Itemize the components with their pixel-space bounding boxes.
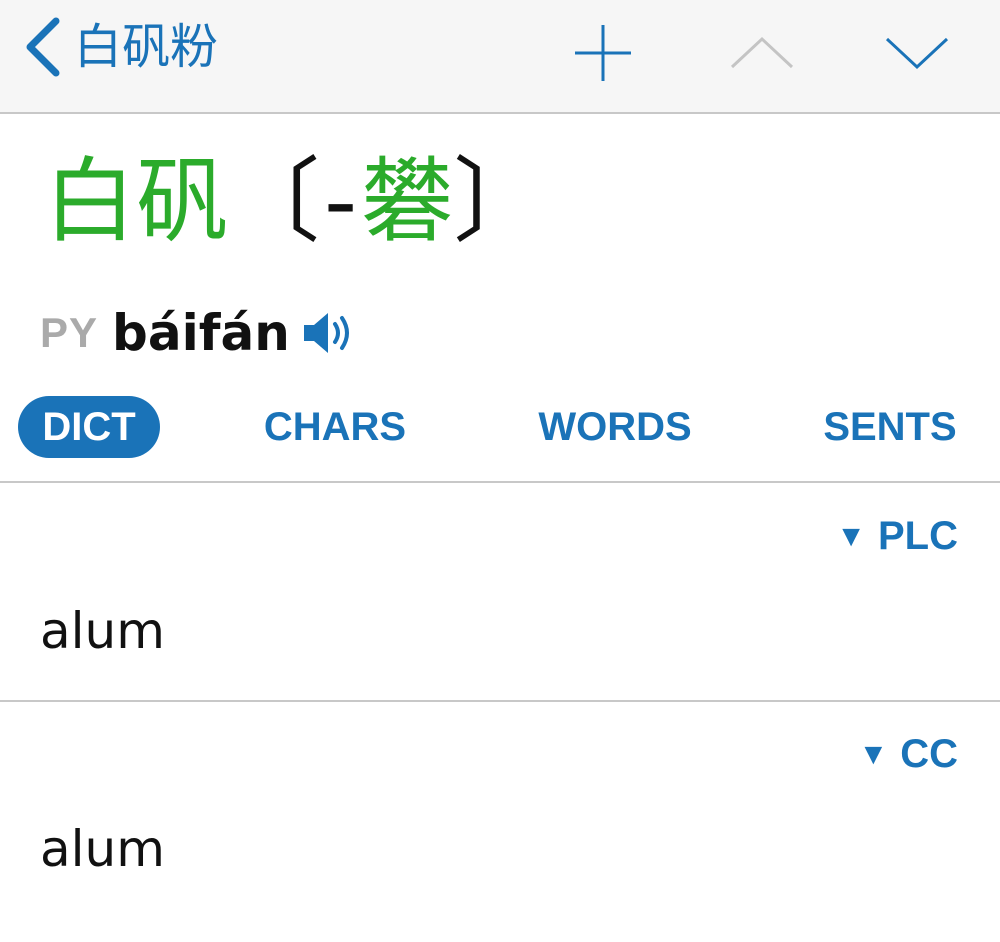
headword: 白矾 〔 - 礬 〕 — [44, 148, 545, 256]
navigation-bar: 白矾粉 — [0, 0, 1000, 114]
speaker-icon[interactable] — [302, 310, 358, 356]
definition-text: alum — [40, 820, 165, 878]
headword-traditional: 礬 — [361, 148, 454, 255]
previous-entry-button[interactable] — [727, 18, 797, 88]
add-button[interactable] — [568, 18, 638, 88]
source-toggle-plc[interactable]: ▼ PLC — [836, 514, 958, 559]
tab-sents[interactable]: SENTS — [808, 396, 972, 458]
headword-dash: - — [324, 148, 358, 255]
divider — [0, 700, 1000, 702]
plus-icon — [571, 21, 635, 85]
source-label: PLC — [878, 514, 958, 558]
headword-simplified: 白矾 — [44, 148, 229, 255]
headword-bracket-close: 〕 — [453, 148, 546, 255]
back-label: 白矾粉 — [74, 19, 219, 75]
tab-chars[interactable]: CHARS — [250, 396, 420, 458]
dictionary-entry-screen: 白矾粉 白矾 〔 - 礬 〕 PY báifán DICT CHARS WORD… — [0, 0, 1000, 942]
source-toggle-cc[interactable]: ▼ CC — [859, 732, 958, 777]
headword-bracket-open: 〔 — [228, 148, 321, 255]
pinyin-tag: PY — [40, 309, 99, 356]
source-label: CC — [900, 732, 958, 776]
next-entry-button[interactable] — [882, 18, 952, 88]
chevron-left-icon — [22, 15, 64, 79]
back-button[interactable]: 白矾粉 — [22, 12, 218, 82]
tab-dict[interactable]: DICT — [18, 396, 160, 458]
chevron-down-icon — [883, 33, 951, 73]
pinyin-text: báifán — [112, 304, 290, 362]
chevron-up-icon — [728, 33, 796, 73]
triangle-down-icon: ▼ — [858, 737, 889, 771]
tab-bar: DICT CHARS WORDS SENTS — [0, 396, 1000, 460]
triangle-down-icon: ▼ — [836, 519, 866, 553]
pinyin-row: PY báifán — [40, 300, 358, 366]
divider — [0, 481, 1000, 483]
definition-text: alum — [40, 602, 165, 660]
tab-words[interactable]: WORDS — [522, 396, 708, 458]
